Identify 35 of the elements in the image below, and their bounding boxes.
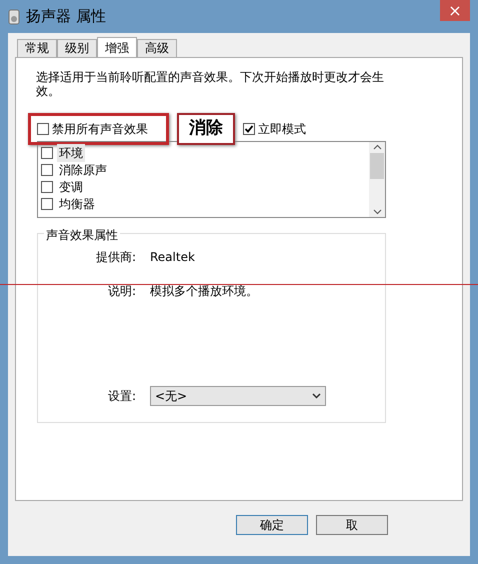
checkbox[interactable]: [41, 180, 53, 192]
scroll-up-icon[interactable]: [372, 144, 382, 150]
description-text: 选择适用于当前聆听配置的声音效果。下次开始播放时更改才会生效。: [36, 70, 385, 98]
caret-icon: [312, 393, 321, 399]
list-item[interactable]: 环境: [57, 144, 85, 162]
scroll-thumb[interactable]: [370, 152, 384, 178]
tab[interactable]: 增强: [97, 37, 137, 58]
scrollbar[interactable]: [369, 142, 385, 217]
list-item[interactable]: 均衡器: [57, 194, 97, 212]
ok-button[interactable]: 确定: [236, 515, 308, 535]
checkbox-label: 立即模式: [258, 121, 306, 138]
checkbox[interactable]: [37, 123, 49, 135]
window-title: 扬声器 属性: [26, 6, 106, 28]
checkbox-label: 禁用所有声音效果: [52, 121, 148, 138]
tab[interactable]: 高级: [137, 39, 177, 57]
field-value: 模拟多个播放环境。: [150, 283, 258, 300]
list-item[interactable]: 变调: [57, 178, 85, 196]
close-button[interactable]: ×: [440, 0, 470, 21]
field-label: 设置:: [106, 388, 136, 405]
tab[interactable]: 常规: [17, 39, 57, 57]
speaker-icon: [8, 8, 20, 24]
settings-dropdown[interactable]: <无>: [150, 386, 326, 406]
field-value: Realtek: [150, 249, 195, 266]
scroll-down-icon[interactable]: [372, 209, 382, 215]
checkbox[interactable]: [41, 198, 53, 210]
tab[interactable]: 级别: [57, 39, 97, 57]
field-label: 提供商:: [94, 249, 136, 266]
list-item[interactable]: 消除原声: [57, 160, 109, 178]
annotation-label: 消除: [177, 113, 235, 145]
field-label: 说明:: [106, 283, 136, 300]
checkbox[interactable]: [41, 164, 53, 176]
group-title: 声音效果属性: [44, 226, 120, 244]
checkbox[interactable]: [41, 146, 53, 158]
checkbox[interactable]: [243, 123, 255, 135]
cancel-button[interactable]: 取: [316, 515, 388, 535]
